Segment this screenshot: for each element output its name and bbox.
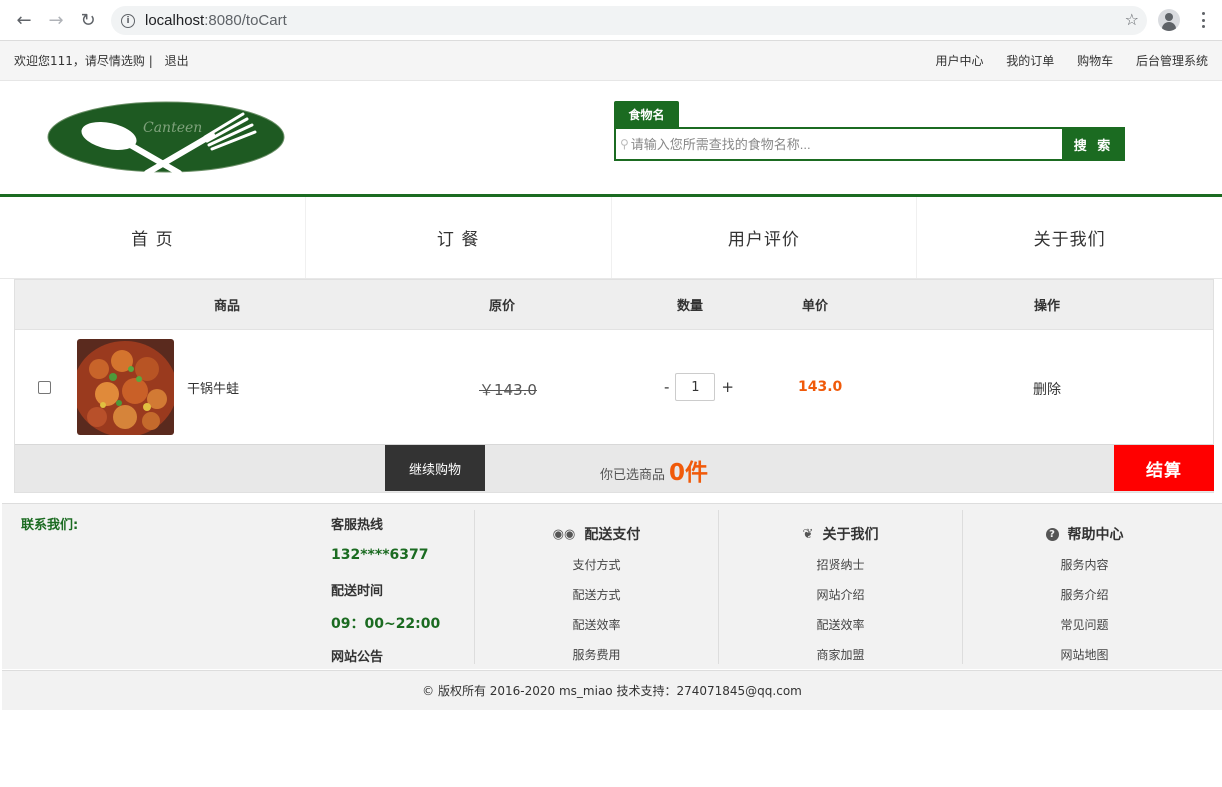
hotline-label: 客服热线 [331, 518, 384, 533]
selected-summary: 你已选商品 0件 [600, 453, 708, 487]
item-name[interactable]: 干锅牛蛙 [187, 378, 239, 397]
footer-col-about: ❦ 关于我们 招贤纳士 网站介绍 配送效率 商家加盟 [718, 510, 962, 664]
footer-link[interactable]: 服务费用 [475, 640, 718, 670]
search-icon: ⚲ [620, 137, 629, 151]
profile-avatar-icon[interactable] [1158, 9, 1180, 31]
delivery-time-label: 配送时间 [331, 584, 384, 599]
browser-toolbar: ← → ↻ i localhost:8080/toCart ☆ [0, 0, 1222, 41]
nav-home[interactable]: 首 页 [0, 197, 306, 278]
contact-info: 客服热线 132****6377 配送时间 09：00~22:00 网站公告 [331, 514, 440, 679]
footer-link[interactable]: 招贤纳士 [719, 550, 962, 580]
item-original-price: ￥143.0 [479, 381, 537, 399]
address-bar[interactable]: i localhost:8080/toCart ☆ [111, 6, 1147, 35]
url-host: localhost [145, 12, 205, 29]
col-quantity: 数量 [677, 299, 704, 314]
footer-col-title: 配送支付 [584, 527, 641, 543]
reload-icon[interactable]: ↻ [72, 4, 104, 36]
welcome-text: 欢迎您111，请尽情选购 | [14, 54, 153, 68]
nav-reviews[interactable]: 用户评价 [612, 197, 918, 278]
bicycle-icon: ◉◉ [552, 526, 576, 542]
top-bar: 欢迎您111，请尽情选购 | 退出 用户中心 我的订单 购物车 后台管理系统 [0, 41, 1222, 81]
search-input[interactable] [628, 129, 1123, 159]
browser-menu-icon[interactable] [1196, 10, 1210, 30]
col-product: 商品 [214, 299, 241, 314]
footer-col-title: 关于我们 [822, 527, 879, 543]
food-image [77, 339, 174, 435]
my-orders-link[interactable]: 我的订单 [1006, 54, 1054, 68]
bookmark-star-icon[interactable]: ☆ [1125, 10, 1139, 29]
site-header: Canteen 食物名 ⚲ 搜 索 [0, 81, 1222, 197]
cart-link[interactable]: 购物车 [1077, 54, 1113, 68]
top-links: 用户中心 我的订单 购物车 后台管理系统 [916, 52, 1208, 69]
footer-col-title: 帮助中心 [1067, 527, 1124, 543]
leaf-icon: ❦ [802, 526, 814, 542]
quantity-stepper: - 1 + [658, 373, 740, 401]
footer-col-delivery: ◉◉ 配送支付 支付方式 配送方式 配送效率 服务费用 [474, 510, 718, 664]
col-action: 操作 [1034, 299, 1061, 314]
footer-link[interactable]: 支付方式 [475, 550, 718, 580]
checkout-button[interactable]: 结算 [1114, 445, 1214, 491]
welcome-area: 欢迎您111，请尽情选购 | 退出 [14, 52, 189, 69]
user-center-link[interactable]: 用户中心 [935, 54, 983, 68]
footer-link[interactable]: 商家加盟 [719, 640, 962, 670]
col-original-price: 原价 [489, 299, 516, 314]
site-logo[interactable]: Canteen [47, 101, 285, 174]
col-unit-price: 单价 [802, 299, 829, 314]
nav-about[interactable]: 关于我们 [917, 197, 1222, 278]
help-icon: ? [1045, 527, 1059, 541]
footer-col-help: ? 帮助中心 服务内容 服务介绍 常见问题 网站地图 [962, 510, 1206, 664]
delivery-time-value: 09：00~22:00 [331, 616, 441, 632]
footer-link[interactable]: 服务介绍 [963, 580, 1206, 610]
info-icon[interactable]: i [121, 13, 135, 28]
search-tab-food-name[interactable]: 食物名 [614, 101, 679, 128]
footer-link[interactable]: 配送方式 [475, 580, 718, 610]
item-checkbox[interactable] [38, 381, 51, 394]
nav-order[interactable]: 订 餐 [306, 197, 612, 278]
main-nav: 首 页 订 餐 用户评价 关于我们 [0, 197, 1222, 279]
hotline-value: 132****6377 [331, 547, 429, 563]
search-box: ⚲ 搜 索 [614, 127, 1125, 161]
continue-shopping-button[interactable]: 继续购物 [385, 445, 485, 491]
selected-label: 你已选商品 [600, 468, 666, 483]
url-path: :8080/toCart [204, 12, 287, 29]
footer-link[interactable]: 配送效率 [719, 610, 962, 640]
search-button[interactable]: 搜 索 [1062, 127, 1125, 161]
item-unit-price: 143.0 [798, 379, 843, 395]
forward-icon[interactable]: → [40, 4, 72, 36]
footer-link[interactable]: 服务内容 [963, 550, 1206, 580]
copyright: © 版权所有 2016-2020 ms_miao 技术支持：274071845@… [2, 670, 1222, 710]
qty-minus-button[interactable]: - [658, 378, 675, 396]
footer-link[interactable]: 配送效率 [475, 610, 718, 640]
cart-item-row: 干锅牛蛙 ￥143.0 - 1 + 143.0 删除 [15, 329, 1213, 444]
delete-link[interactable]: 删除 [1033, 379, 1061, 399]
cart-footer: 继续购物 你已选商品 0件 结算 [15, 444, 1214, 492]
cart-table: 商品 原价 数量 单价 操作 干锅牛蛙 ￥143.0 - 1 + 143.0 删… [14, 279, 1214, 493]
logout-link[interactable]: 退出 [165, 54, 189, 68]
svg-text:Canteen: Canteen [143, 120, 202, 136]
url-text[interactable]: localhost:8080/toCart [145, 12, 287, 29]
footer-link[interactable]: 网站地图 [963, 640, 1206, 670]
site-footer: 联系我们: 客服热线 132****6377 配送时间 09：00~22:00 … [2, 503, 1222, 669]
footer-link[interactable]: 常见问题 [963, 610, 1206, 640]
cart-header-row: 商品 原价 数量 单价 操作 [15, 280, 1213, 329]
contact-title: 联系我们: [21, 518, 79, 533]
admin-link[interactable]: 后台管理系统 [1136, 54, 1208, 68]
qty-plus-button[interactable]: + [715, 378, 740, 396]
footer-link[interactable]: 网站介绍 [719, 580, 962, 610]
selected-count: 0件 [669, 460, 709, 486]
qty-input[interactable]: 1 [675, 373, 716, 401]
back-icon[interactable]: ← [8, 4, 40, 36]
